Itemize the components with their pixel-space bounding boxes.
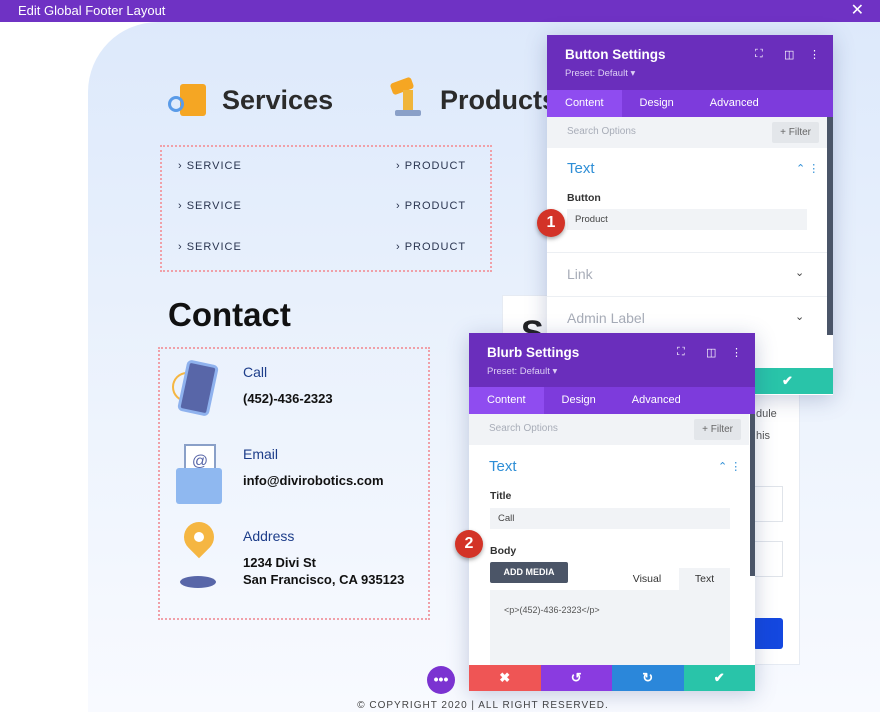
more-icon[interactable]: ⋮ — [809, 48, 820, 61]
services-heading: Services — [222, 85, 334, 115]
tab-advanced[interactable]: Advanced — [614, 387, 699, 414]
blurb-settings-panel: Blurb Settings Preset: Default ▾ ⛶ ◫ ⋮ C… — [469, 333, 755, 691]
tab-design[interactable]: Design — [622, 90, 692, 117]
shopping-bag-icon — [166, 80, 210, 118]
product-link[interactable]: › PRODUCT — [396, 200, 466, 212]
body-editor[interactable]: <p>(452)-436-2323</p> — [490, 590, 730, 665]
window-title: Edit Global Footer Layout — [0, 0, 880, 22]
close-icon[interactable]: ✕ — [851, 0, 864, 22]
preset-dropdown[interactable]: Preset: Default ▾ — [565, 68, 635, 79]
call-title: Call — [243, 364, 268, 380]
admin-label-section[interactable]: Admin Label — [567, 310, 645, 326]
call-body: (452)-436-2323 — [243, 391, 333, 406]
text-section-title[interactable]: Text — [489, 458, 517, 475]
address-line2: San Francisco, CA 935123 — [243, 572, 405, 587]
search-placeholder: Search Options — [489, 423, 558, 434]
email-icon: @ — [176, 440, 224, 506]
email-title: Email — [243, 446, 279, 462]
preset-dropdown[interactable]: Preset: Default ▾ — [487, 366, 557, 377]
search-input[interactable]: Search Options + Filter — [469, 414, 749, 445]
tab-design[interactable]: Design — [544, 387, 614, 414]
text-section-title[interactable]: Text — [567, 160, 595, 177]
link-section[interactable]: Link — [567, 266, 593, 282]
title-input[interactable]: Call — [490, 508, 730, 529]
chevron-up-icon[interactable]: ⌃ ⋮ — [718, 460, 741, 473]
redo-button[interactable]: ↻ — [612, 665, 684, 691]
tab-content[interactable]: Content — [547, 90, 622, 117]
robot-arm-icon — [385, 74, 429, 116]
panel-title: Blurb Settings — [487, 345, 580, 360]
panel-title: Button Settings — [565, 47, 666, 62]
body-label: Body — [490, 545, 517, 557]
discard-button[interactable]: ✖ — [469, 665, 541, 691]
products-heading: Products — [440, 85, 558, 115]
contact-heading: Contact — [168, 296, 291, 333]
more-icon[interactable]: ⋮ — [731, 346, 742, 359]
card-text: dule — [756, 408, 777, 420]
card-input[interactable] — [753, 541, 783, 577]
save-button[interactable]: ✔ — [742, 368, 833, 394]
search-placeholder: Search Options — [567, 126, 636, 137]
tab-content[interactable]: Content — [469, 387, 544, 414]
service-link[interactable]: › SERVICE — [178, 241, 242, 253]
title-label: Title — [490, 490, 512, 502]
chevron-down-icon[interactable]: ⌄ — [795, 310, 804, 323]
location-pin-icon — [177, 515, 221, 590]
fullscreen-icon[interactable]: ⛶ — [755, 48, 763, 61]
address-line1: 1234 Divi St — [243, 555, 316, 570]
scrollbar[interactable] — [827, 117, 833, 335]
tab-visual[interactable]: Visual — [615, 568, 679, 590]
tab-advanced[interactable]: Advanced — [692, 90, 777, 117]
service-link[interactable]: › SERVICE — [178, 200, 242, 212]
card-submit-button[interactable] — [753, 618, 783, 649]
filter-button[interactable]: + Filter — [772, 122, 819, 143]
product-link[interactable]: › PRODUCT — [396, 160, 466, 172]
more-options-button[interactable]: ••• — [427, 666, 455, 694]
add-media-button[interactable]: ADD MEDIA — [490, 562, 568, 583]
chevron-down-icon[interactable]: ⌄ — [795, 266, 804, 279]
email-body: info@divirobotics.com — [243, 473, 384, 488]
phone-icon — [172, 359, 222, 418]
panel-action-bar: ✖ ↺ ↻ ✔ — [469, 665, 755, 691]
address-title: Address — [243, 528, 295, 544]
filter-button[interactable]: + Filter — [694, 419, 741, 440]
chevron-up-icon[interactable]: ⌃ ⋮ — [796, 162, 819, 175]
tab-text[interactable]: Text — [679, 568, 730, 590]
panel-header: Blurb Settings Preset: Default ▾ ⛶ ◫ ⋮ — [469, 333, 755, 387]
card-input[interactable] — [753, 486, 783, 522]
card-text: his — [756, 430, 771, 442]
sidebar-icon[interactable]: ◫ — [706, 346, 716, 359]
step-badge: 2 — [455, 530, 483, 558]
step-badge: 1 — [537, 209, 565, 237]
undo-button[interactable]: ↺ — [540, 665, 612, 691]
fullscreen-icon[interactable]: ⛶ — [677, 346, 685, 359]
sidebar-icon[interactable]: ◫ — [784, 48, 794, 61]
product-link[interactable]: › PRODUCT — [396, 241, 466, 253]
button-text-input[interactable]: Product — [567, 209, 807, 230]
search-input[interactable]: Search Options + Filter — [547, 117, 827, 148]
scrollbar[interactable] — [750, 414, 755, 576]
button-label: Button — [567, 192, 601, 204]
panel-header: Button Settings Preset: Default ▾ ⛶ ◫ ⋮ — [547, 35, 833, 90]
service-link[interactable]: › SERVICE — [178, 160, 242, 172]
save-button[interactable]: ✔ — [683, 665, 755, 691]
copyright: © COPYRIGHT 2020 | ALL RIGHT RESERVED. — [357, 700, 609, 711]
